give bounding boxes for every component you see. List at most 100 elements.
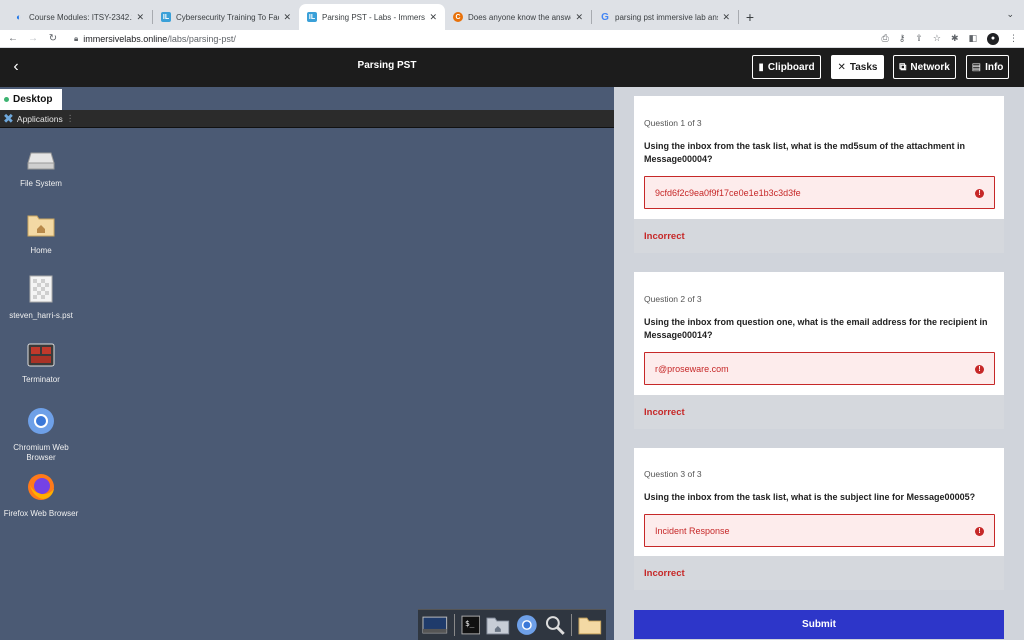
- close-icon[interactable]: ✕: [722, 12, 730, 23]
- xfce-panel: ✖ Applications ⋮: [0, 110, 614, 128]
- reload-icon[interactable]: ↻: [46, 33, 60, 44]
- clipboard-label: Clipboard: [767, 61, 815, 73]
- network-label: Network: [910, 61, 950, 73]
- desktop-icon-terminator[interactable]: Terminator: [1, 343, 81, 385]
- kebab-menu-icon[interactable]: ⋮: [1009, 33, 1018, 44]
- menu-handle-icon[interactable]: ⋮: [66, 113, 75, 124]
- new-tab-button[interactable]: +: [739, 4, 761, 30]
- question-number: Question 1 of 3: [644, 118, 702, 128]
- tab-title: Does anyone know the answer: [468, 12, 572, 22]
- terminal-icon[interactable]: $_: [461, 615, 481, 635]
- browser-tab-parsing-pst[interactable]: IL Parsing PST - Labs - Immersive ✕: [299, 4, 445, 30]
- home-folder-icon[interactable]: [486, 615, 510, 635]
- drive-icon: [27, 152, 55, 170]
- question-text: Using the inbox from the task list, what…: [644, 492, 976, 502]
- search-icon[interactable]: [544, 614, 566, 636]
- xfce-logo-icon: ✖: [3, 110, 14, 126]
- question-card-2: Question 2 of 3 Using the inbox from que…: [634, 272, 1004, 429]
- chevron-down-icon[interactable]: ⌄: [1006, 9, 1014, 20]
- desktop-icon-label: steven_harri-s.pst: [9, 311, 73, 320]
- install-app-icon[interactable]: ⎙: [882, 33, 889, 44]
- side-panel-icon[interactable]: ◧: [968, 33, 977, 44]
- tasks-panel[interactable]: Question 1 of 3 Using the inbox from the…: [614, 87, 1024, 640]
- network-button[interactable]: ⧉ Network: [893, 55, 956, 79]
- address-bar[interactable]: 🔒︎ immersivelabs.online/labs/parsing-pst…: [74, 34, 882, 44]
- info-button[interactable]: ▤ Info: [966, 55, 1009, 79]
- error-icon: !: [975, 189, 984, 198]
- desktop-icon-label: File System: [20, 179, 62, 188]
- tab-title: parsing pst immersive lab answ: [615, 12, 719, 22]
- answer-value: r@proseware.com: [655, 363, 729, 374]
- folder-icon[interactable]: [578, 615, 602, 635]
- applications-menu[interactable]: Applications: [17, 114, 63, 124]
- tab-title: Parsing PST - Labs - Immersive: [322, 12, 426, 22]
- status-incorrect: Incorrect: [634, 395, 1004, 429]
- chevron-left-icon[interactable]: ‹: [8, 58, 24, 76]
- question-text: Using the inbox from question one, what …: [644, 317, 988, 340]
- answer-input[interactable]: Incident Response !: [644, 514, 995, 547]
- lab-header: ‹ Parsing PST ▮ Clipboard ✕ Tasks ⧉ Netw…: [0, 48, 1024, 87]
- desktop-icon-firefox[interactable]: Firefox Web Browser: [1, 473, 81, 519]
- desktop-icon-label: Firefox Web Browser: [3, 509, 79, 518]
- status-incorrect: Incorrect: [634, 556, 1004, 590]
- answer-input[interactable]: 9cfd6f2c9ea0f9f17ce0e1e1b3c3d3fe !: [644, 176, 995, 209]
- terminator-icon: [27, 343, 55, 367]
- immersive-labs-icon: IL: [307, 12, 317, 22]
- submit-button[interactable]: Submit: [634, 610, 1004, 639]
- browser-tab-google-search[interactable]: G parsing pst immersive lab answ ✕: [592, 4, 738, 30]
- toolbar-icons: ⎙ ⚷ ⇪ ☆ ✱ ◧ ● ⋮: [882, 32, 1018, 45]
- tasks-label: Tasks: [849, 61, 878, 73]
- extensions-icon[interactable]: ✱: [951, 33, 959, 44]
- desktop-icon-home[interactable]: Home: [1, 212, 81, 256]
- answer-value: Incident Response: [655, 525, 730, 536]
- browser-tab-bar: ◐ Course Modules: ITSY-2342.2 ✕ IL Cyber…: [0, 0, 1024, 30]
- remote-desktop[interactable]: Desktop ✖ Applications ⋮ File System Hom…: [0, 87, 614, 640]
- dock-bar: $_: [418, 609, 606, 640]
- star-icon[interactable]: ☆: [933, 33, 941, 44]
- desktop-tab[interactable]: Desktop: [0, 89, 62, 110]
- dock-separator: [453, 614, 455, 636]
- firefox-icon: [28, 474, 54, 500]
- info-label: Info: [985, 61, 1004, 73]
- question-card-1: Question 1 of 3 Using the inbox from the…: [634, 96, 1004, 253]
- status-dot-icon: [4, 97, 9, 102]
- clipboard-button[interactable]: ▮ Clipboard: [752, 55, 821, 79]
- desktop-icon-pst-file[interactable]: steven_harri-s.pst: [1, 275, 81, 321]
- clipboard-icon: ▮: [758, 61, 764, 73]
- close-icon[interactable]: ✕: [136, 12, 144, 23]
- network-icon: ⧉: [899, 61, 907, 73]
- desktop-icon-label: Terminator: [22, 375, 60, 384]
- lock-icon[interactable]: 🔒︎: [74, 34, 78, 44]
- close-icon[interactable]: ✕: [575, 12, 583, 23]
- profile-avatar-icon[interactable]: ●: [987, 32, 999, 45]
- tab-title: Course Modules: ITSY-2342.2: [29, 12, 133, 22]
- desktop-icon-file-system[interactable]: File System: [1, 147, 81, 189]
- question-card-3: Question 3 of 3 Using the inbox from the…: [634, 448, 1004, 590]
- chromium-icon[interactable]: [516, 614, 538, 636]
- dock-separator: [571, 614, 573, 636]
- browser-tab-course-modules[interactable]: ◐ Course Modules: ITSY-2342.2 ✕: [6, 4, 152, 30]
- svg-text:$_: $_: [465, 619, 475, 628]
- question-number: Question 2 of 3: [644, 294, 702, 304]
- desktop-icon-chromium[interactable]: Chromium Web Browser: [1, 407, 81, 463]
- google-icon: G: [601, 11, 609, 23]
- home-folder-icon: [27, 215, 55, 237]
- close-icon[interactable]: ✕: [429, 12, 437, 23]
- error-icon: !: [975, 365, 984, 374]
- forward-arrow-icon[interactable]: →: [26, 33, 40, 44]
- desktop-tab-label: Desktop: [13, 94, 53, 105]
- browser-tab-cybersecurity-training[interactable]: IL Cybersecurity Training To Face ✕: [153, 4, 299, 30]
- browser-tab-chegg[interactable]: C Does anyone know the answer ✕: [445, 4, 591, 30]
- desktop-icon-label: Home: [30, 246, 52, 255]
- question-number: Question 3 of 3: [644, 469, 702, 479]
- chromium-icon: [28, 408, 54, 434]
- answer-input[interactable]: r@proseware.com !: [644, 352, 995, 385]
- course-icon: ◐: [16, 12, 22, 22]
- show-desktop-icon[interactable]: [422, 615, 448, 635]
- tasks-button[interactable]: ✕ Tasks: [831, 55, 884, 79]
- close-icon[interactable]: ✕: [283, 12, 291, 23]
- share-icon[interactable]: ⇪: [915, 33, 923, 44]
- status-incorrect: Incorrect: [634, 219, 1004, 253]
- key-icon[interactable]: ⚷: [899, 33, 906, 44]
- back-arrow-icon[interactable]: ←: [6, 33, 20, 44]
